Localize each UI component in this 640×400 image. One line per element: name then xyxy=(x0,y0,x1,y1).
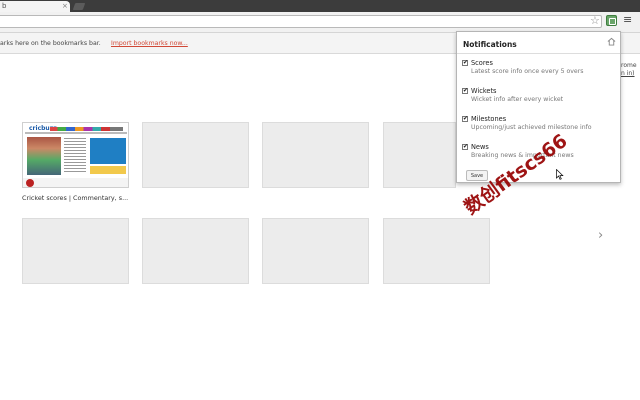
empty-tile[interactable] xyxy=(262,122,369,188)
option-scores[interactable]: ✔ Scores Latest score info once every 5 … xyxy=(462,59,617,85)
import-bookmarks-link[interactable]: Import bookmarks now... xyxy=(111,40,188,47)
tile-label[interactable]: Cricket scores | Commentary, s... xyxy=(22,194,128,202)
menu-icon[interactable]: ≡ xyxy=(623,13,632,26)
address-bar[interactable] xyxy=(0,15,602,28)
tab-strip xyxy=(0,0,640,12)
mouse-cursor-icon xyxy=(556,169,564,180)
empty-tile[interactable] xyxy=(142,122,249,188)
thumbnail-nav xyxy=(50,127,123,131)
empty-tile[interactable] xyxy=(262,218,369,284)
empty-tile[interactable] xyxy=(383,218,490,284)
home-icon[interactable] xyxy=(607,37,616,46)
checkbox-milestones[interactable]: ✔ xyxy=(462,116,468,122)
popup-title: Notifications xyxy=(463,40,517,49)
thumbnail-ball xyxy=(26,179,34,187)
cricket-extension-icon[interactable] xyxy=(606,15,617,26)
tab-title: b xyxy=(2,2,7,10)
option-title: News xyxy=(471,143,489,151)
bookmarks-bar-hint: arks here on the bookmarks bar. xyxy=(0,40,101,47)
bookmark-star-icon[interactable]: ☆ xyxy=(590,14,600,27)
signin-text: rome xyxy=(621,62,637,69)
most-visited-tile-thumbnail[interactable]: cricbuzz xyxy=(22,122,129,188)
checkbox-news[interactable]: ✔ xyxy=(462,144,468,150)
thumbnail-strip xyxy=(25,132,127,134)
signin-link[interactable]: n in) xyxy=(621,70,635,77)
thumbnail-ad xyxy=(90,138,126,164)
thumbnail-ad-2 xyxy=(90,166,126,174)
thumbnail-footer xyxy=(23,178,128,187)
thumbnail-text xyxy=(64,138,86,174)
popup-divider xyxy=(457,53,620,54)
empty-tile[interactable] xyxy=(383,122,456,188)
tab-close-icon[interactable]: × xyxy=(62,1,68,12)
active-tab[interactable]: b × xyxy=(0,1,70,12)
option-title: Wickets xyxy=(471,87,497,95)
browser-window: b × ☆ ≡ arks here on the bookmarks bar. … xyxy=(0,0,640,400)
checkbox-wickets[interactable]: ✔ xyxy=(462,88,468,94)
thumbnail-photo xyxy=(27,137,61,175)
option-wickets[interactable]: ✔ Wickets Wicket info after every wicket xyxy=(462,87,617,113)
option-title: Scores xyxy=(471,59,493,67)
checkbox-scores[interactable]: ✔ xyxy=(462,60,468,66)
empty-tile[interactable] xyxy=(22,218,129,284)
empty-tile[interactable] xyxy=(142,218,249,284)
option-desc: Latest score info once every 5 overs xyxy=(471,68,584,75)
option-desc: Wicket info after every wicket xyxy=(471,96,564,103)
option-title: Milestones xyxy=(471,115,507,123)
next-page-chevron-icon[interactable]: › xyxy=(598,228,603,243)
